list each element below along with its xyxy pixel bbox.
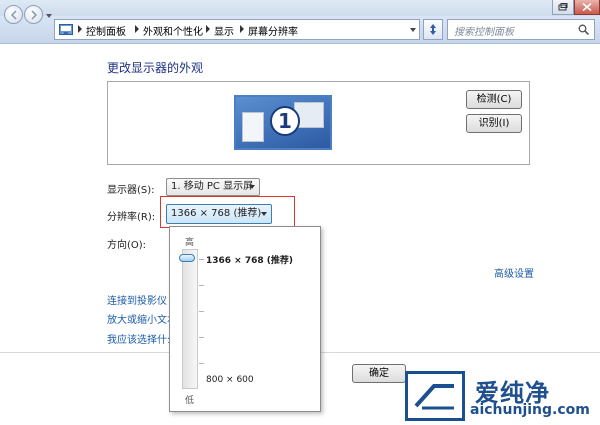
forward-arrow-icon bbox=[31, 10, 38, 20]
breadcrumb-appearance[interactable]: 外观和个性化 bbox=[143, 23, 203, 38]
search-icon[interactable] bbox=[578, 24, 589, 35]
monitor-number-badge: 1 bbox=[270, 106, 300, 136]
search-box[interactable]: 搜索控制面板 bbox=[447, 19, 595, 40]
resolution-slider-track[interactable] bbox=[182, 249, 198, 389]
resolution-label: 分辨率(R): bbox=[107, 212, 156, 223]
slider-high-label: 高 bbox=[185, 238, 195, 248]
slider-tick bbox=[199, 285, 204, 286]
breadcrumb-control-panel[interactable]: 控制面板 bbox=[86, 23, 126, 38]
slider-tick bbox=[199, 311, 204, 312]
resolution-option-low[interactable]: 800 × 600 bbox=[206, 375, 254, 385]
advanced-settings-link[interactable]: 高级设置 bbox=[494, 265, 534, 280]
breadcrumb-separator bbox=[78, 25, 82, 33]
close-icon bbox=[582, 2, 592, 12]
back-button[interactable] bbox=[4, 5, 23, 24]
breadcrumb-separator bbox=[240, 25, 244, 33]
connect-projector-link[interactable]: 连接到投影仪 ( bbox=[107, 292, 174, 307]
forward-button[interactable] bbox=[24, 5, 43, 24]
close-button[interactable] bbox=[574, 0, 600, 15]
display-select-value: 1. 移动 PC 显示屏 bbox=[171, 181, 254, 192]
refresh-button[interactable] bbox=[423, 19, 443, 40]
resolution-option-high[interactable]: 1366 × 768 (推荐) bbox=[206, 253, 293, 266]
chevron-down-icon bbox=[249, 185, 255, 189]
breadcrumb-display[interactable]: 显示 bbox=[214, 23, 234, 38]
resolution-slider-thumb[interactable] bbox=[179, 254, 195, 262]
watermark-logo-icon bbox=[414, 384, 454, 410]
recent-pages-dropdown[interactable] bbox=[46, 11, 52, 22]
restore-button[interactable] bbox=[552, 0, 574, 15]
slider-tick bbox=[199, 337, 204, 338]
annotation-highlight-box bbox=[160, 196, 295, 228]
slider-low-label: 低 bbox=[185, 396, 195, 406]
title-bar bbox=[0, 0, 600, 16]
breadcrumb-separator bbox=[135, 25, 139, 33]
control-panel-icon bbox=[59, 24, 73, 35]
chevron-down-icon bbox=[46, 14, 52, 18]
display-label: 显示器(S): bbox=[107, 185, 155, 196]
display-preview-area: 1 检测(C) 识别(I) bbox=[107, 81, 530, 165]
resolution-dropdown-panel: 高 1366 × 768 (推荐) 800 × 600 低 bbox=[169, 226, 321, 412]
address-bar[interactable]: 控制面板 外观和个性化 显示 屏幕分辨率 bbox=[54, 19, 420, 40]
breadcrumb-separator bbox=[206, 25, 210, 33]
breadcrumb-screen-resolution[interactable]: 屏幕分辨率 bbox=[248, 23, 298, 38]
display-select[interactable]: 1. 移动 PC 显示屏 bbox=[166, 178, 260, 196]
restore-icon bbox=[558, 3, 568, 11]
slider-tick bbox=[199, 259, 204, 260]
detect-button[interactable]: 检测(C) bbox=[466, 90, 522, 109]
watermark-logo bbox=[405, 371, 465, 421]
page-title: 更改显示器的外观 bbox=[107, 61, 204, 75]
refresh-icon bbox=[430, 24, 436, 35]
orientation-label: 方向(O): bbox=[107, 240, 147, 251]
watermark-url: aichunjing.com bbox=[470, 402, 590, 418]
text-size-link[interactable]: 放大或缩小文本 bbox=[107, 311, 177, 326]
preview-window-graphic bbox=[242, 112, 264, 142]
address-history-dropdown[interactable] bbox=[410, 28, 416, 32]
monitor-1-thumbnail[interactable]: 1 bbox=[234, 95, 332, 150]
search-placeholder: 搜索控制面板 bbox=[454, 27, 514, 38]
ok-button[interactable]: 确定 bbox=[352, 364, 406, 383]
back-arrow-icon bbox=[10, 10, 17, 20]
which-settings-link[interactable]: 我应该选择什么 bbox=[107, 331, 177, 346]
slider-tick bbox=[199, 363, 204, 364]
identify-button[interactable]: 识别(I) bbox=[466, 114, 522, 133]
